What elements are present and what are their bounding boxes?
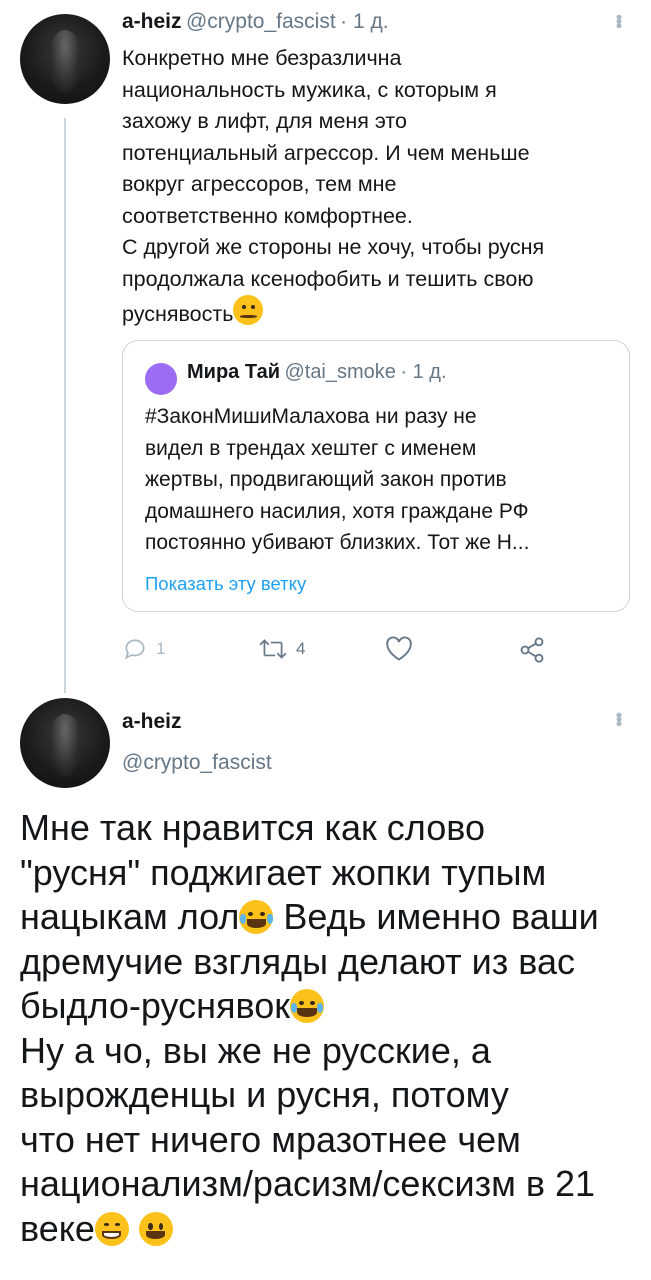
- smiley-emoji: [138, 1211, 173, 1246]
- tweet-line: Конкретно мне безразлична: [122, 46, 402, 70]
- quote-author-handle: @tai_smoke: [284, 361, 396, 383]
- retweet-icon: [259, 639, 287, 659]
- like-button[interactable]: [385, 636, 413, 662]
- quote-author-name: Мира Тай: [187, 361, 280, 383]
- tweet-line: нацыкам лол Ведь именно ваши: [20, 896, 599, 937]
- more-icon[interactable]: •••: [609, 14, 629, 27]
- show-thread-link[interactable]: Показать эту ветку: [145, 573, 306, 595]
- quote-line: видел в трендах хештег с именем: [145, 436, 477, 460]
- quote-time: · 1 д.: [400, 361, 447, 383]
- tweet-time[interactable]: · 1 д.: [340, 10, 388, 33]
- tweet2-body: Мне так нравится как слово "русня" поджи…: [20, 806, 640, 1251]
- tweet1-header: a-heiz @crypto_fascist · 1 д.: [122, 10, 389, 34]
- tweet-line: быдло-руснявок: [20, 984, 640, 1029]
- tweet-line: вырожденцы и русня, потому: [20, 1074, 509, 1115]
- quoted-tweet-card[interactable]: Мира Тай @tai_smoke · 1 д. #ЗаконМишиМал…: [122, 340, 630, 612]
- reply-count: 1: [156, 639, 166, 658]
- avatar[interactable]: [20, 698, 110, 788]
- author-handle[interactable]: @crypto_fascist: [122, 751, 272, 775]
- tweet-line-last: руснявость: [122, 295, 632, 331]
- author-name[interactable]: a-heiz: [122, 10, 182, 33]
- tweet-line: потенциальный агрессор. И чем меньше: [122, 140, 530, 165]
- reply-button[interactable]: 1: [122, 636, 165, 662]
- like-icon: [386, 636, 412, 661]
- tweet-line: "русня" поджигает жопки тупым: [20, 851, 547, 893]
- tweet-line: Мне так нравится как слово: [20, 807, 485, 848]
- retweet-button[interactable]: 4: [258, 636, 305, 662]
- quote-line: #ЗаконМишиМалахова ни разу не: [145, 405, 477, 428]
- tweet-line: дремучие взгляды делают из вас: [20, 940, 575, 982]
- more-icon[interactable]: •••: [609, 712, 629, 725]
- tweet-line: вокруг агрессоров, тем мне: [122, 172, 397, 196]
- tweet-line: веке: [20, 1207, 640, 1252]
- joy-emoji: [290, 989, 324, 1023]
- joy-emoji: [239, 900, 274, 934]
- tweet-line: национализм/расизм/сексизм в 21: [20, 1163, 596, 1204]
- quote-header: Мира Тай @tai_smoke · 1 д.: [187, 361, 447, 384]
- avatar[interactable]: [20, 14, 110, 104]
- grin-emoji: [94, 1211, 129, 1246]
- share-icon: [520, 637, 544, 663]
- thinking-emoji: [233, 295, 264, 325]
- tweet-line: продолжала ксенофобить и тешить свою: [122, 266, 534, 291]
- tweet-line: что нет ничего мразотнее чем: [20, 1118, 521, 1160]
- tweet-line: соответственно комфортнее.: [122, 203, 413, 228]
- quote-line: домашнего насилия, хотя граждане РФ: [145, 499, 529, 523]
- tweet-line: захожу в лифт, для меня это: [122, 109, 407, 133]
- retweet-count: 4: [296, 639, 306, 658]
- tweet-line: С другой же стороны не хочу, чтобы русня: [122, 235, 545, 259]
- thread-connector-line: [64, 118, 66, 693]
- tweet-line: национальность мужика, с которым я: [122, 77, 497, 102]
- author-handle[interactable]: @crypto_fascist: [186, 10, 336, 33]
- share-button[interactable]: [518, 636, 546, 664]
- quote-body: #ЗаконМишиМалахова ни разу не видел в тр…: [145, 401, 621, 559]
- tweet-line: Ну а чо, вы же не русские, а: [20, 1029, 491, 1071]
- reply-icon: [124, 639, 145, 660]
- quote-line: постоянно убивают близких. Тот же Н...: [145, 531, 530, 554]
- tweet1-body: Конкретно мне безразлична национальность…: [122, 43, 632, 331]
- author-name[interactable]: a-heiz: [122, 710, 182, 734]
- quote-line: жертвы, продвигающий закон против: [145, 468, 507, 491]
- quote-avatar: [145, 363, 177, 395]
